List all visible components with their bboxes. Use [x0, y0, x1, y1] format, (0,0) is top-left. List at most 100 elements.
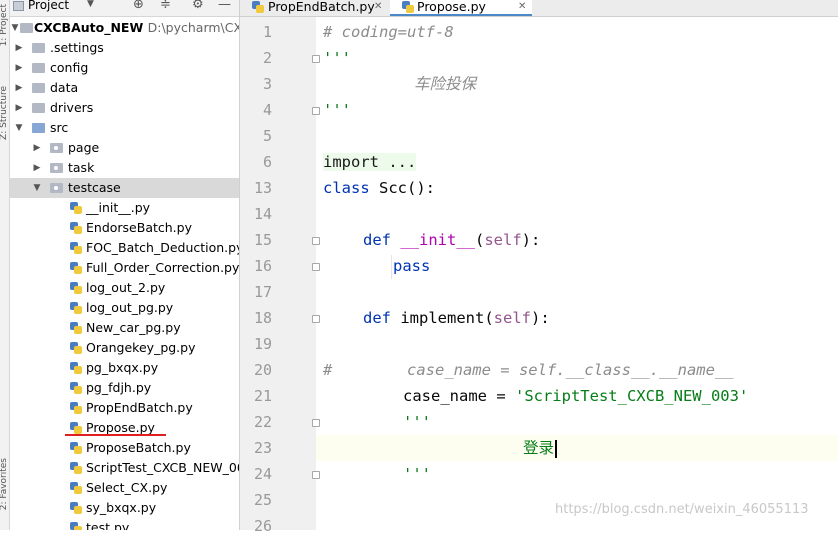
tree-file[interactable]: Full_Order_Correction.py — [10, 258, 239, 278]
tree-item-settings[interactable]: ▶ .settings — [10, 38, 239, 58]
tree-file[interactable]: ScriptTest_CXCB_NEW_001 — [10, 458, 239, 478]
tree-item-label: page — [68, 140, 100, 155]
tree-file-label: PropEndBatch.py — [86, 400, 193, 415]
chevron-right-icon[interactable]: ▶ — [14, 78, 24, 98]
tree-file-label: FOC_Batch_Deduction.py — [86, 240, 240, 255]
editor-tab-bar: PropEndBatch.py ✕ Propose.py ✕ — [240, 0, 838, 17]
python-file-icon — [70, 402, 82, 414]
tree-file-label: Select_CX.py — [86, 480, 168, 495]
docstring-text: 登录 — [523, 439, 555, 457]
line-number: 4 — [262, 101, 272, 119]
close-icon[interactable]: ✕ — [374, 0, 382, 13]
tree-file[interactable]: Select_CX.py — [10, 478, 239, 498]
tree-item-src[interactable]: ▼ src — [10, 118, 239, 138]
tab-label: Propose.py — [417, 0, 486, 14]
tree-file-label: test.py — [86, 520, 130, 530]
tree-item-config[interactable]: ▶ config — [10, 58, 239, 78]
gear-icon[interactable]: ⚙ — [192, 0, 204, 12]
tree-item-page[interactable]: ▶ page — [10, 138, 239, 158]
tree-file[interactable]: sy_bxqx.py — [10, 498, 239, 518]
tree-root[interactable]: ▼ CXCBAuto_NEW D:\pycharm\CXCB — [10, 18, 239, 38]
python-file-icon — [70, 502, 82, 514]
tree-file[interactable]: ProposeBatch.py — [10, 438, 239, 458]
package-icon — [50, 183, 63, 193]
code-line-4: ''' — [323, 97, 838, 123]
line-number: 26 — [253, 517, 272, 535]
python-file-icon — [70, 302, 82, 314]
locate-icon[interactable]: ⊕ — [133, 0, 144, 12]
chevron-right-icon[interactable]: ▶ — [32, 138, 42, 158]
tree-file[interactable]: New_car_pg.py — [10, 318, 239, 338]
code-line-13: class Scc(): — [323, 175, 838, 201]
tree-file[interactable]: test.py — [10, 518, 239, 530]
assignment: case_name = — [403, 387, 515, 405]
tree-file[interactable]: pg_bxqx.py — [10, 358, 239, 378]
tree-file[interactable]: log_out_2.py — [10, 278, 239, 298]
close-icon[interactable]: ✕ — [518, 0, 526, 13]
docstring-text: 车险投保 — [414, 75, 477, 93]
chevron-down-icon[interactable]: ▼ — [14, 118, 24, 138]
folder-icon — [32, 43, 45, 53]
hide-icon[interactable]: — — [218, 0, 231, 12]
collapse-all-icon[interactable]: ≑ — [160, 0, 171, 12]
code-editor[interactable]: # coding=utf-8 ''' 车险投保 ''' import ... c… — [316, 17, 838, 530]
chevron-down-icon[interactable]: ▼ — [10, 18, 20, 38]
class-decl: Scc(): — [369, 179, 435, 197]
keyword: pass — [393, 257, 431, 275]
chevron-right-icon[interactable]: ▶ — [14, 58, 24, 78]
line-number: 6 — [262, 153, 272, 171]
chevron-down-icon[interactable]: ▼ — [32, 178, 42, 198]
keyword: class — [323, 179, 370, 197]
tree-file[interactable]: EndorseBatch.py — [10, 218, 239, 238]
python-file-icon — [70, 362, 82, 374]
tree-item-testcase[interactable]: ▼ testcase — [10, 178, 239, 198]
chevron-right-icon[interactable]: ▶ — [14, 38, 24, 58]
tree-item-drivers[interactable]: ▶ drivers — [10, 98, 239, 118]
line-number: 21 — [253, 387, 272, 405]
folded-imports[interactable]: import ... — [323, 153, 417, 171]
tree-file-label: Orangekey_pg.py — [86, 340, 196, 355]
tree-item-label: .settings — [50, 40, 104, 55]
tree-file[interactable]: FOC_Batch_Deduction.py — [10, 238, 239, 258]
project-tool-tab[interactable]: 1: Project — [0, 4, 9, 46]
tree-file-label: __init__.py — [86, 200, 151, 215]
tree-file-label: Full_Order_Correction.py — [86, 260, 240, 275]
python-file-icon — [70, 322, 82, 334]
python-file-icon — [70, 522, 82, 530]
tree-file[interactable]: Orangekey_pg.py — [10, 338, 239, 358]
tool-window-strip: 1: Project Z: Structure 2: Favorites — [0, 0, 10, 530]
python-file-icon — [70, 382, 82, 394]
python-file-icon — [70, 202, 82, 214]
method-name: __init__ — [400, 231, 475, 249]
punct: ): — [530, 309, 550, 327]
python-file-icon — [70, 222, 82, 234]
tab-propose[interactable]: Propose.py ✕ — [390, 0, 532, 16]
tree-item-label: testcase — [68, 180, 121, 195]
python-file-icon — [70, 422, 82, 434]
project-panel-header: Project ▼ ⊕ ≑ ⚙ — — [10, 0, 239, 17]
package-icon — [50, 143, 63, 153]
tree-root-label: CXCBAuto_NEW D:\pycharm\CXCB — [34, 18, 239, 38]
tree-file[interactable]: __init__.py — [10, 198, 239, 218]
python-file-icon — [70, 342, 82, 354]
tree-item-task[interactable]: ▶ task — [10, 158, 239, 178]
tab-propendbatch[interactable]: PropEndBatch.py ✕ — [240, 0, 388, 16]
chevron-down-icon[interactable]: ▼ — [87, 0, 94, 9]
project-panel: Project ▼ ⊕ ≑ ⚙ — ▼ CXCBAuto_NEW D:\pych… — [10, 0, 240, 530]
project-panel-title[interactable]: Project — [28, 0, 69, 12]
tree-file[interactable]: pg_fdjh.py — [10, 378, 239, 398]
favorites-tool-tab[interactable]: 2: Favorites — [0, 458, 9, 510]
tree-file[interactable]: PropEndBatch.py — [10, 398, 239, 418]
folder-icon — [32, 103, 45, 113]
structure-tool-tab[interactable]: Z: Structure — [0, 86, 9, 140]
line-number: 14 — [253, 205, 272, 223]
tree-item-label: drivers — [50, 100, 94, 115]
tree-file[interactable]: log_out_pg.py — [10, 298, 239, 318]
line-number: 2 — [262, 49, 272, 67]
code-line-24: ''' — [403, 461, 838, 487]
docstring: ''' — [323, 49, 351, 67]
code-line-23-current: 登录 — [316, 435, 838, 461]
tree-item-data[interactable]: ▶ data — [10, 78, 239, 98]
chevron-right-icon[interactable]: ▶ — [32, 158, 42, 178]
chevron-right-icon[interactable]: ▶ — [14, 98, 24, 118]
